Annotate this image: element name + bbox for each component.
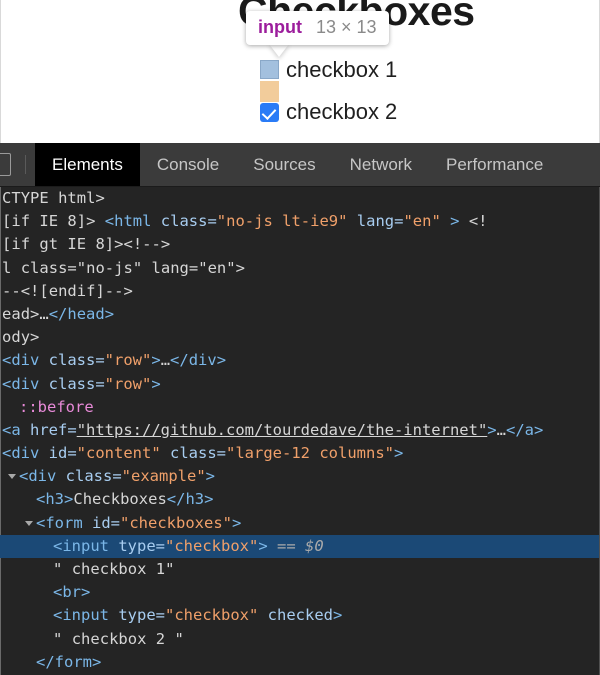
dom-tree-row[interactable]: </form> bbox=[0, 651, 599, 674]
checkbox-2-label: checkbox 2 bbox=[286, 99, 397, 125]
dom-tree-row[interactable]: <input type="checkbox" checked> bbox=[0, 604, 599, 627]
dom-tree-row[interactable]: <form id="checkboxes"> bbox=[0, 512, 599, 535]
checkbox-1-inspect-highlight[interactable] bbox=[260, 60, 279, 79]
toolbar-divider bbox=[25, 155, 26, 174]
tab-performance[interactable]: Performance bbox=[429, 143, 560, 186]
devtools-panel: ElementsConsoleSourcesNetworkPerformance… bbox=[0, 143, 600, 675]
dom-tree-row[interactable]: --<![endif]--> bbox=[0, 280, 599, 303]
inspect-tooltip-tag-name: input bbox=[258, 17, 302, 38]
dom-tree-row-selected[interactable]: <input type="checkbox"> == $0 bbox=[0, 535, 599, 558]
dom-tree-view[interactable]: CTYPE html>[if IE 8]> <html class="no-js… bbox=[0, 187, 600, 675]
device-toolbar-icon[interactable] bbox=[0, 143, 16, 186]
tab-console[interactable]: Console bbox=[140, 143, 236, 186]
dom-tree-row[interactable]: <div id="content" class="large-12 column… bbox=[0, 442, 599, 465]
tab-elements[interactable]: Elements bbox=[35, 143, 140, 186]
device-frame-glyph bbox=[0, 153, 11, 176]
tab-sources[interactable]: Sources bbox=[236, 143, 332, 186]
dom-tree-row[interactable]: [if IE 8]> <html class="no-js lt-ie9" la… bbox=[0, 210, 599, 233]
dom-tree-row[interactable]: " checkbox 1" bbox=[0, 558, 599, 581]
inspect-tooltip-arrow bbox=[269, 44, 289, 57]
tab-network[interactable]: Network bbox=[333, 143, 429, 186]
devtools-toolbar: ElementsConsoleSourcesNetworkPerformance bbox=[0, 143, 600, 187]
browser-page-viewport: Checkboxes checkbox 1 checkbox 2 input 1… bbox=[0, 0, 600, 143]
dom-tree-row[interactable]: ead>…</head> bbox=[0, 303, 599, 326]
inspect-tooltip-dimensions: 13 × 13 bbox=[316, 17, 377, 38]
checkbox-1-margin-highlight bbox=[260, 81, 279, 102]
disclosure-triangle-icon[interactable] bbox=[8, 474, 16, 483]
dom-tree-row[interactable]: [if gt IE 8]><!--> bbox=[0, 233, 599, 256]
dom-tree-row[interactable]: ody> bbox=[0, 326, 599, 349]
dom-tree-row[interactable]: ::before bbox=[0, 396, 599, 419]
dom-tree-row[interactable]: CTYPE html> bbox=[0, 187, 599, 210]
checkbox-1-label: checkbox 1 bbox=[286, 57, 397, 83]
dom-tree-row[interactable]: <br> bbox=[0, 581, 599, 604]
disclosure-triangle-icon[interactable] bbox=[25, 521, 33, 530]
dom-tree-row[interactable]: <div class="row"> bbox=[0, 373, 599, 396]
devtools-tabstrip: ElementsConsoleSourcesNetworkPerformance bbox=[35, 143, 560, 186]
checkbox-2-input[interactable] bbox=[260, 103, 279, 122]
dom-tree-row[interactable]: <h3>Checkboxes</h3> bbox=[0, 488, 599, 511]
dom-tree-row[interactable]: <div class="row">…</div> bbox=[0, 349, 599, 372]
dom-tree-row[interactable]: " checkbox 2 " bbox=[0, 628, 599, 651]
dom-tree-row[interactable]: <a href="https://github.com/tourdedave/t… bbox=[0, 419, 599, 442]
inspect-tooltip: input 13 × 13 bbox=[246, 11, 389, 45]
dom-tree-row[interactable]: l class="no-js" lang="en"> bbox=[0, 257, 599, 280]
dom-tree-lines: CTYPE html>[if IE 8]> <html class="no-js… bbox=[0, 187, 599, 674]
dom-tree-row[interactable]: <div class="example"> bbox=[0, 465, 599, 488]
